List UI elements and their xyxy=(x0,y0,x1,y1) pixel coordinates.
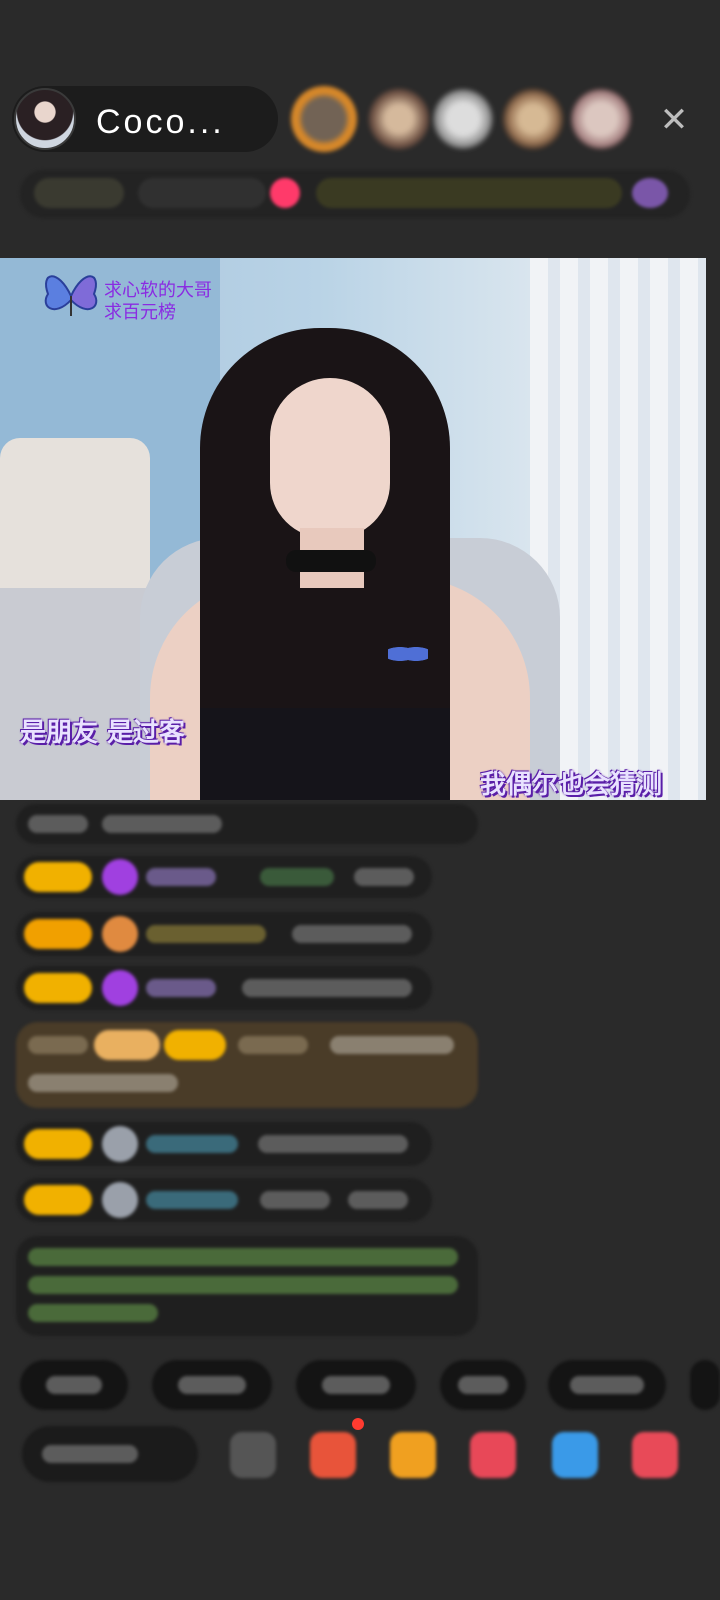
chat-text xyxy=(242,979,412,997)
chat-text xyxy=(292,925,412,943)
chat-text xyxy=(146,1135,238,1153)
notification-dot xyxy=(352,1418,364,1430)
gift-box-icon[interactable] xyxy=(310,1432,356,1478)
top-viewer-avatar-5[interactable] xyxy=(570,88,632,150)
chip-text xyxy=(322,1376,390,1394)
gift-message xyxy=(16,1022,478,1108)
top-viewer-avatar-2[interactable] xyxy=(368,88,430,150)
chat-text xyxy=(28,815,88,833)
emoji-icon[interactable] xyxy=(230,1432,276,1478)
level-badge xyxy=(94,1030,160,1060)
fan-icon xyxy=(102,916,138,952)
host-avatar[interactable] xyxy=(14,88,76,150)
overlay-note-line-1: 求心软的大哥 xyxy=(104,280,212,301)
game-icon[interactable] xyxy=(552,1432,598,1478)
host-tags-row[interactable] xyxy=(20,170,690,218)
diamond-icon xyxy=(102,970,138,1006)
lyric-subtitle-right: 我偶尔也会猜测 xyxy=(480,770,663,800)
level-badge xyxy=(24,919,92,949)
butterfly-tattoo xyxy=(388,642,428,666)
tag-chip[interactable] xyxy=(632,178,668,208)
chat-message xyxy=(16,804,478,844)
tag-chip[interactable] xyxy=(34,178,124,208)
quick-reply-chip[interactable] xyxy=(296,1360,416,1410)
comment-placeholder xyxy=(42,1445,138,1463)
live-video[interactable]: 求心软的大哥 求百元榜 是朋友 是过客 我偶尔也会猜测 xyxy=(0,258,706,800)
chat-text xyxy=(28,1074,178,1092)
chip-text xyxy=(458,1376,508,1394)
chat-text xyxy=(146,979,216,997)
top-viewer-avatar-1[interactable] xyxy=(291,86,357,152)
chat-text xyxy=(146,925,266,943)
level-badge xyxy=(164,1030,226,1060)
close-icon[interactable]: ✕ xyxy=(656,102,692,138)
fan-badge-icon[interactable] xyxy=(270,178,300,208)
overlay-note-line-2: 求百元榜 xyxy=(104,302,176,323)
streamer-choker xyxy=(286,550,376,572)
comment-input[interactable] xyxy=(22,1426,198,1482)
chat-text xyxy=(260,1191,330,1209)
chat-message xyxy=(16,966,432,1010)
gift-icon[interactable] xyxy=(632,1432,678,1478)
quick-reply-chip[interactable] xyxy=(440,1360,526,1410)
chat-message xyxy=(16,1178,432,1222)
chip-text xyxy=(570,1376,644,1394)
butterfly-logo-icon xyxy=(44,275,98,316)
top-viewer-avatar-3[interactable] xyxy=(432,88,494,150)
tag-chip[interactable] xyxy=(316,178,622,208)
overlay-note: 求心软的大哥 求百元榜 xyxy=(104,280,212,324)
chat-text xyxy=(146,1191,238,1209)
notice-text xyxy=(28,1304,158,1322)
chat-text xyxy=(102,815,222,833)
chat-text xyxy=(238,1036,308,1054)
user-avatar-icon xyxy=(102,1126,138,1162)
diamond-icon xyxy=(102,859,138,895)
chat-text xyxy=(354,868,414,886)
tag-chip[interactable] xyxy=(138,178,266,208)
notice-text xyxy=(28,1276,458,1294)
chat-message xyxy=(16,856,432,898)
notice-text xyxy=(28,1248,458,1266)
streamer-top xyxy=(200,708,450,800)
chat-message xyxy=(16,912,432,956)
quick-reply-chip[interactable] xyxy=(152,1360,272,1410)
host-name[interactable]: Coco... xyxy=(96,103,225,142)
chat-text xyxy=(28,1036,88,1054)
chip-text xyxy=(178,1376,246,1394)
streamer-face xyxy=(270,378,390,538)
quick-reply-chip[interactable] xyxy=(20,1360,128,1410)
system-notice xyxy=(16,1236,478,1336)
level-badge xyxy=(24,973,92,1003)
chat-text xyxy=(330,1036,454,1054)
quick-reply-chip[interactable] xyxy=(690,1360,720,1410)
treasure-icon[interactable] xyxy=(390,1432,436,1478)
chat-text xyxy=(146,868,216,886)
level-badge xyxy=(24,1129,92,1159)
user-avatar-icon xyxy=(102,1182,138,1218)
heart-icon[interactable] xyxy=(470,1432,516,1478)
chat-text xyxy=(258,1135,408,1153)
chat-text xyxy=(348,1191,408,1209)
top-viewer-avatar-4[interactable] xyxy=(502,88,564,150)
quick-reply-chip[interactable] xyxy=(548,1360,666,1410)
level-badge xyxy=(24,1185,92,1215)
chat-message xyxy=(16,1122,432,1166)
chip-text xyxy=(46,1376,102,1394)
level-badge xyxy=(24,862,92,892)
chat-text xyxy=(260,868,334,886)
lyric-subtitle-left: 是朋友 是过客 xyxy=(20,718,186,748)
